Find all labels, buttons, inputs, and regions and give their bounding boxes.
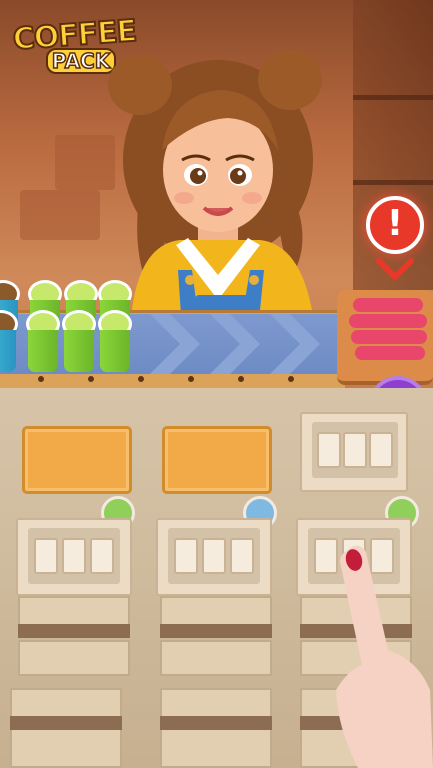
pastry-item [355, 346, 425, 360]
rivet [288, 376, 294, 382]
cup-box[interactable] [16, 518, 132, 596]
pastry-item [353, 298, 423, 312]
rivet [188, 376, 194, 382]
alert-icon[interactable]: ! [366, 196, 424, 254]
belt-arrow-icon [270, 314, 320, 374]
belt-arrow-icon [210, 314, 260, 374]
coffee-cup[interactable] [0, 310, 18, 372]
pastry-item [351, 330, 427, 344]
box-stack [18, 640, 130, 676]
pastry-item [349, 314, 427, 328]
cup-box-top[interactable] [300, 412, 408, 492]
background-box [20, 190, 100, 240]
box-stack-band [10, 716, 122, 730]
barista-character [108, 50, 322, 330]
rivet [88, 376, 94, 382]
matcha-cup[interactable] [26, 310, 60, 372]
rivet [238, 376, 244, 382]
shelf-board [353, 95, 433, 100]
box-lid[interactable] [162, 426, 272, 494]
box-stack-band [160, 716, 272, 730]
belt-arrow-icon [150, 314, 200, 374]
rivet [138, 376, 144, 382]
matcha-cup[interactable] [62, 310, 96, 372]
rivet [38, 376, 44, 382]
box-stack-band [18, 624, 130, 638]
strawberry-tray[interactable] [337, 290, 433, 385]
matcha-cup[interactable] [98, 310, 132, 372]
box-lid[interactable] [22, 426, 132, 494]
tutorial-hand-icon [336, 545, 433, 768]
shelf-board [353, 180, 433, 185]
box-stack [160, 640, 272, 676]
box-stack-band [160, 624, 272, 638]
chevron-down-icon [376, 258, 414, 282]
cup-box[interactable] [156, 518, 272, 596]
